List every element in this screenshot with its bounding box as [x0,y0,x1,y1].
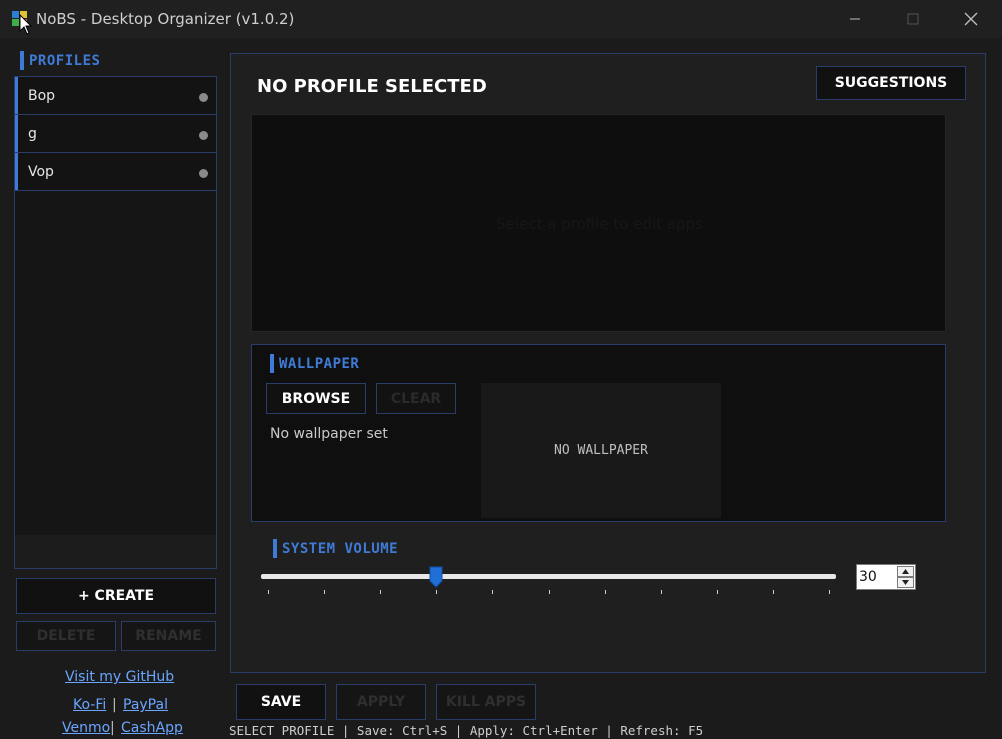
apps-placeholder: Select a profile to edit apps [496,215,703,233]
volume-tick [492,590,494,594]
status-bar: SELECT PROFILE | Save: Ctrl+S | Apply: C… [229,723,704,738]
volume-tick [380,590,382,594]
volume-tick [716,590,718,594]
apps-area[interactable]: Select a profile to edit apps [251,114,946,332]
volume-slider-track[interactable] [261,574,836,579]
clear-wallpaper-button[interactable]: CLEAR [376,383,456,414]
profiles-header: PROFILES [19,51,101,70]
delete-profile-button[interactable]: DELETE [16,621,116,651]
github-link[interactable]: Visit my GitHub [65,669,174,685]
save-button[interactable]: SAVE [236,684,326,720]
kofi-link[interactable]: Ko-Fi [73,697,106,713]
suggestions-button[interactable]: SUGGESTIONS [816,66,966,100]
profile-title: NO PROFILE SELECTED [257,76,487,97]
wallpaper-preview: NO WALLPAPER [481,383,721,518]
venmo-link[interactable]: Venmo [62,720,110,736]
profile-status-dot [199,169,208,178]
link-separator: | [110,720,115,736]
volume-tick [604,590,606,594]
volume-slider-thumb[interactable] [429,566,443,588]
maximize-button[interactable] [884,0,942,38]
profile-name: g [28,126,37,142]
browse-wallpaper-button[interactable]: BROWSE [266,383,366,414]
volume-tick [660,590,662,594]
profile-status-dot [199,93,208,102]
profile-status-dot [199,131,208,140]
minimize-button[interactable] [826,0,884,38]
profile-item-bop[interactable]: Bop [15,77,216,115]
cashapp-link[interactable]: CashApp [121,720,183,736]
volume-tick [268,590,269,594]
volume-tick [324,590,326,594]
arrow-down-icon [902,580,909,585]
profile-list-footer [15,535,216,568]
kill-apps-button[interactable]: KILL APPS [436,684,536,720]
title-bar: NoBS - Desktop Organizer (v1.0.2) [0,0,1002,38]
close-icon [964,12,978,26]
volume-decrease-button[interactable] [897,577,914,588]
volume-tick [772,590,774,594]
profile-name: Bop [28,88,56,104]
wallpaper-header: WALLPAPER [269,354,360,373]
volume-tick [829,590,830,594]
apply-button[interactable]: APPLY [336,684,426,720]
wallpaper-preview-text: NO WALLPAPER [554,443,648,458]
volume-header: SYSTEM VOLUME [272,539,399,558]
mouse-cursor-icon [19,14,33,35]
window-title: NoBS - Desktop Organizer (v1.0.2) [36,10,295,28]
profile-item-vop[interactable]: Vop [15,153,216,191]
close-button[interactable] [942,0,1000,38]
profile-list[interactable]: Bop g Vop [14,76,217,569]
volume-spinbox[interactable]: 30 [856,564,916,590]
volume-increase-button[interactable] [897,566,914,577]
volume-tick [436,590,438,594]
maximize-icon [907,13,919,25]
arrow-up-icon [902,569,909,574]
paypal-link[interactable]: PayPal [123,697,168,713]
volume-value[interactable]: 30 [859,569,877,585]
profile-item-g[interactable]: g [15,115,216,153]
rename-profile-button[interactable]: RENAME [121,621,216,651]
wallpaper-status: No wallpaper set [270,426,388,442]
minimize-icon [850,18,860,20]
create-profile-button[interactable]: + CREATE [16,578,216,614]
link-separator: | [112,697,117,713]
profile-name: Vop [28,164,54,180]
volume-tick [548,590,550,594]
